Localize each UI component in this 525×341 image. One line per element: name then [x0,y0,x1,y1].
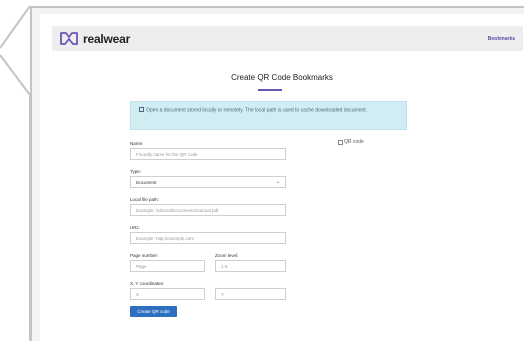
zoom-placeholder: 1-5 [221,263,228,269]
url-placeholder: Example: http://example.com [136,235,195,241]
type-select[interactable]: Document ⌄ [130,176,286,188]
local-path-placeholder: Example: /sdcard/Documents/manual.pdf [136,207,219,213]
local-path-label: Local file path: [130,197,160,202]
nav-link-bookmarks[interactable]: Bookmarks [488,36,515,42]
monitor-frame: realwear Bookmarks Create QR Code Bookma… [0,0,525,341]
info-alert: Open a document stored locally or remote… [130,101,407,130]
x-coordinate-input[interactable]: X [130,288,205,300]
url-label: URL: [130,225,141,230]
y-placeholder: Y [221,291,225,297]
zoom-label: Zoom level: [215,253,239,258]
name-input[interactable]: Friendly name for the QR code [130,148,286,160]
create-qr-code-button[interactable]: Create QR code [130,306,177,317]
page-number-label: Page number: [130,253,159,258]
alert-text: Open a document stored locally or remote… [146,107,368,114]
realwear-logo-icon [60,32,78,45]
broken-image-icon [338,139,343,145]
navbar: realwear Bookmarks [52,26,523,51]
zoom-input[interactable]: 1-5 [215,260,286,272]
type-label: Type: [130,169,142,174]
x-placeholder: X [136,291,140,297]
app-screen: realwear Bookmarks Create QR Code Bookma… [40,14,524,341]
url-input[interactable]: Example: http://example.com [130,232,286,244]
brand-name: realwear [83,31,131,46]
page-number-placeholder: Page [136,263,147,269]
title-underline [258,89,282,91]
page-title: Create QR Code Bookmarks [231,73,333,82]
type-selected-value: Document [136,179,157,185]
chevron-down-icon: ⌄ [275,179,280,185]
y-coordinate-input[interactable]: Y [215,288,286,300]
name-placeholder: Friendly name for the QR code [136,151,198,157]
qr-alt-text: QR code [344,139,364,145]
qr-code-image: QR code [338,139,364,145]
coords-label: X, Y coordinates: [130,281,165,286]
page-number-input[interactable]: Page [130,260,205,272]
brand[interactable]: realwear [60,32,130,46]
name-label: Name: [130,141,144,146]
local-path-input[interactable]: Example: /sdcard/Documents/manual.pdf [130,204,286,216]
checkbox-icon [139,107,144,112]
